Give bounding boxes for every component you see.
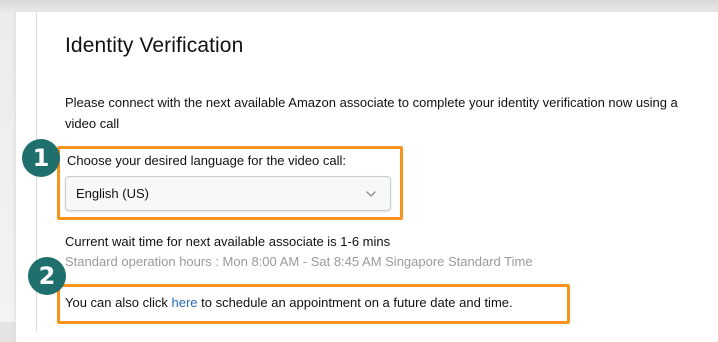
step-badge-1: 1 xyxy=(22,139,60,177)
intro-text: Please connect with the next available A… xyxy=(65,95,678,131)
operation-hours-text: Standard operation hours : Mon 8:00 AM -… xyxy=(65,254,533,269)
page-title: Identity Verification xyxy=(65,34,244,57)
wait-time-text: Current wait time for next available ass… xyxy=(65,234,391,249)
schedule-text-before: You can also click xyxy=(65,295,172,310)
chevron-down-icon xyxy=(366,191,376,197)
schedule-here-link[interactable]: here xyxy=(171,295,197,310)
language-dropdown[interactable]: English (US) xyxy=(65,176,391,211)
step-badge-2: 2 xyxy=(28,257,66,295)
language-selected-value: English (US) xyxy=(76,186,149,201)
schedule-text: You can also click here to schedule an a… xyxy=(65,295,513,310)
language-label: Choose your desired language for the vid… xyxy=(67,153,346,168)
page-background: Identity Verification Please connect wit… xyxy=(0,0,718,342)
schedule-text-after: to schedule an appointment on a future d… xyxy=(197,295,513,310)
